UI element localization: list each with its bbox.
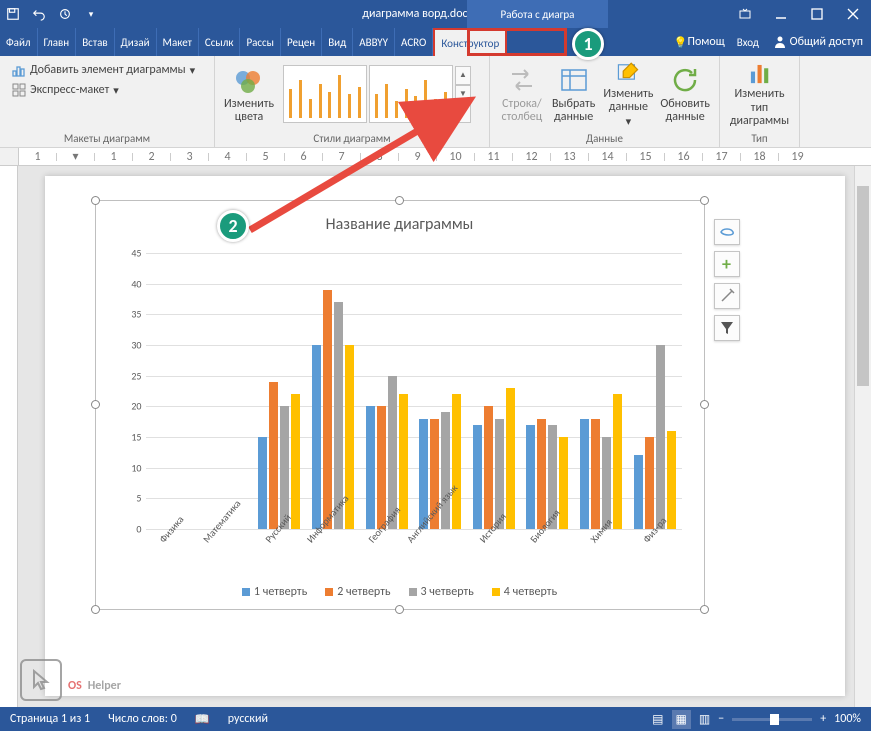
resize-handle[interactable]	[91, 605, 100, 614]
titlebar: ▾ диаграмма ворд.docx - Word Работа с ди…	[0, 0, 871, 28]
ribbon: Добавить элемент диаграммы ▾ Экспресс-ма…	[0, 56, 871, 148]
ruler-vertical[interactable]	[0, 166, 18, 707]
tab-abbyy[interactable]: ABBYY	[353, 28, 395, 56]
zoom-in-icon[interactable]: +	[820, 712, 826, 726]
quick-layout-button[interactable]: Экспресс-макет ▾	[6, 80, 208, 100]
group-label-data: Данные	[496, 130, 713, 145]
close-icon[interactable]	[835, 0, 871, 28]
chart-styles-icon[interactable]	[714, 283, 740, 309]
resize-handle[interactable]	[700, 400, 709, 409]
gallery-more-icon[interactable]: ▾	[455, 104, 471, 123]
style-thumb-1[interactable]	[283, 65, 367, 123]
ribbon-options-icon[interactable]	[727, 0, 763, 28]
group-layouts: Добавить элемент диаграммы ▾ Экспресс-ма…	[0, 56, 215, 147]
tab-references[interactable]: Ссылк	[199, 28, 241, 56]
tell-me-label: Помощ	[688, 35, 725, 49]
resize-handle[interactable]	[395, 605, 404, 614]
vertical-scrollbar[interactable]	[854, 166, 871, 707]
status-page[interactable]: Страница 1 из 1	[10, 712, 90, 726]
style-thumb-2[interactable]	[369, 65, 453, 123]
chart-floaters: +	[714, 219, 740, 341]
chart-elements-icon[interactable]: +	[714, 251, 740, 277]
gallery-spinner: ▲ ▼ ▾	[455, 66, 471, 123]
view-print-icon[interactable]: ▦	[672, 710, 691, 729]
resize-handle[interactable]	[700, 196, 709, 205]
chart-title[interactable]: Название диаграммы	[96, 201, 704, 244]
cursor-icon	[20, 659, 62, 701]
group-label-type: Тип	[726, 130, 793, 145]
statusbar: Страница 1 из 1 Число слов: 0 📖 русский …	[0, 707, 871, 731]
signin[interactable]: Вход	[731, 28, 765, 56]
change-colors-button[interactable]: Изменить цвета	[221, 64, 277, 124]
tell-me[interactable]: 💡 Помощ	[668, 28, 731, 56]
refresh-data-button[interactable]: Обновить данные	[657, 60, 713, 128]
watermark: OS Helper	[20, 659, 121, 701]
chart-plot-area[interactable]: 051015202530354045ФизикаМатематикаРусски…	[146, 253, 682, 529]
resize-handle[interactable]	[91, 400, 100, 409]
group-type: Изменить тип диаграммы Тип	[720, 56, 800, 147]
chart-filters-icon[interactable]	[714, 315, 740, 341]
contextual-tab-title: Работа с диагра	[467, 0, 608, 28]
document-area: Название диаграммы 051015202530354045Физ…	[0, 166, 871, 707]
status-words[interactable]: Число слов: 0	[108, 712, 177, 726]
zoom-out-icon[interactable]: −	[718, 712, 724, 726]
redo-icon[interactable]	[52, 0, 78, 28]
tab-review[interactable]: Рецен	[281, 28, 322, 56]
ruler-horizontal[interactable]: 1▾12345678910111213141516171819	[0, 148, 871, 166]
change-chart-type-button[interactable]: Изменить тип диаграммы	[726, 60, 793, 128]
tab-layout[interactable]: Макет	[157, 28, 199, 56]
share-label: Общий доступ	[790, 35, 863, 49]
gallery-down-icon[interactable]: ▼	[455, 85, 471, 104]
switch-row-col-button[interactable]: Строка/столбец	[496, 60, 548, 128]
view-read-icon[interactable]: ▤	[652, 712, 663, 727]
resize-handle[interactable]	[700, 605, 709, 614]
group-label-layouts: Макеты диаграмм	[6, 130, 208, 145]
qat-more-icon[interactable]: ▾	[78, 0, 104, 28]
tab-acrobat[interactable]: ACRO	[395, 28, 433, 56]
tab-design[interactable]: Дизай	[115, 28, 157, 56]
tab-file[interactable]: Файл	[0, 28, 38, 56]
layout-options-icon[interactable]	[714, 219, 740, 245]
add-chart-element-button[interactable]: Добавить элемент диаграммы ▾	[6, 60, 208, 80]
edit-data-button[interactable]: Изменить данные ▾	[600, 60, 658, 128]
resize-handle[interactable]	[395, 196, 404, 205]
tab-home[interactable]: Главн	[38, 28, 77, 56]
annotation-badge-2: 2	[217, 210, 249, 242]
maximize-icon[interactable]	[799, 0, 835, 28]
minimize-icon[interactable]	[763, 0, 799, 28]
group-label-styles: Стили диаграмм	[221, 130, 483, 145]
select-data-button[interactable]: Выбрать данные	[548, 60, 600, 128]
view-web-icon[interactable]: ▥	[699, 712, 710, 727]
group-styles: Изменить цвета ▲ ▼ ▾ Стили диаграмм	[215, 56, 490, 147]
page: Название диаграммы 051015202530354045Физ…	[45, 176, 845, 696]
zoom-level[interactable]: 100%	[834, 712, 861, 726]
chart-styles-gallery: ▲ ▼ ▾	[283, 65, 471, 123]
resize-handle[interactable]	[91, 196, 100, 205]
tab-mailings[interactable]: Рассы	[240, 28, 281, 56]
chart-object[interactable]: Название диаграммы 051015202530354045Физ…	[95, 200, 705, 610]
share-button[interactable]: Общий доступ	[765, 30, 871, 54]
quick-access: ▾	[0, 0, 104, 28]
status-proofing-icon[interactable]: 📖	[195, 712, 210, 727]
save-icon[interactable]	[0, 0, 26, 28]
tab-constructor[interactable]: Конструктор	[433, 28, 507, 56]
annotation-badge-1: 1	[572, 28, 604, 60]
tab-view[interactable]: Вид	[322, 28, 353, 56]
status-lang[interactable]: русский	[228, 712, 268, 726]
group-data: Строка/столбец Выбрать данные Изменить д…	[490, 56, 720, 147]
chart-legend[interactable]: 1 четверть2 четверть3 четверть4 четверть	[96, 585, 704, 599]
undo-icon[interactable]	[26, 0, 52, 28]
gallery-up-icon[interactable]: ▲	[455, 66, 471, 85]
tab-insert[interactable]: Встав	[76, 28, 114, 56]
ribbon-tabs: Файл Главн Встав Дизай Макет Ссылк Рассы…	[0, 28, 871, 56]
zoom-slider[interactable]	[732, 718, 812, 721]
